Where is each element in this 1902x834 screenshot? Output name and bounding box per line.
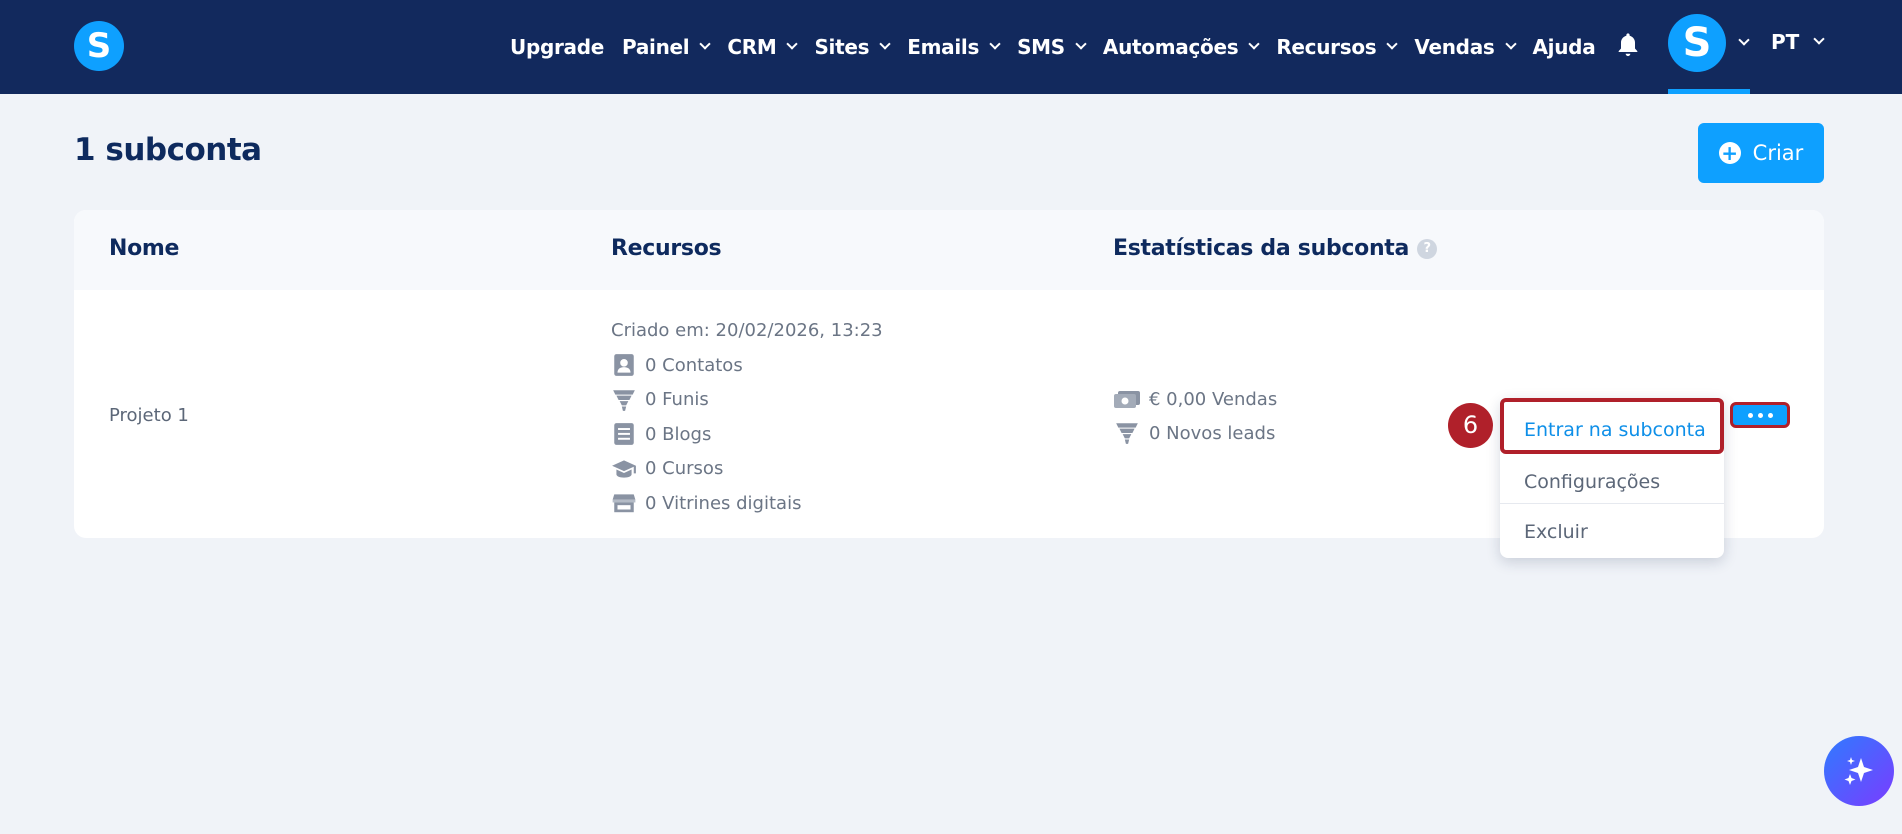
stat-sales: € 0,00 Vendas [1113,382,1277,416]
resource-label: 0 Contatos [645,354,743,376]
nav-emails[interactable]: Emails [907,35,1001,59]
create-button[interactable]: + Criar [1698,123,1824,183]
ai-assistant-button[interactable] [1824,736,1894,806]
nav-label: Automações [1102,35,1239,59]
nav-label: Upgrade [510,35,605,59]
create-label: Criar [1752,141,1804,165]
column-header-name: Nome [109,236,180,261]
nav-label: Ajuda [1532,35,1596,59]
resource-storefronts: 0 Vitrines digitais [611,486,801,521]
sparkle-icon [1844,757,1873,785]
actions-dropdown: Entrar na subconta Configurações Excluir [1500,398,1724,558]
stat-label: € 0,00 Vendas [1149,388,1278,410]
nav-label: Recursos [1276,35,1377,59]
resource-label: 0 Funis [645,389,709,411]
main-nav: Upgrade Painel CRM Sites Emails SMS Auto… [510,0,1613,94]
chevron-down-icon [989,38,1001,50]
funnel-icon [613,390,635,411]
chevron-down-icon [879,38,891,50]
resource-label: 0 Blogs [645,423,712,445]
contacts-icon [614,354,634,377]
money-icon [1114,391,1140,408]
bell-icon[interactable] [1614,30,1642,60]
resource-contacts: 0 Contatos [611,348,801,383]
resources-list: 0 Contatos 0 Funis 0 Blogs 0 Cursos 0 Vi… [611,348,801,521]
stats-header-label: Estatísticas da subconta [1113,236,1410,261]
more-options-button[interactable] [1730,402,1790,428]
resource-blogs: 0 Blogs [611,417,801,452]
table-header: Nome Recursos Estatísticas da subconta? [74,210,1824,290]
nav-ajuda[interactable]: Ajuda [1533,35,1596,59]
nav-label: Sites [814,35,870,59]
nav-sites[interactable]: Sites [814,35,891,59]
chevron-down-icon [1248,38,1260,50]
logo[interactable]: S [74,21,124,71]
subaccount-name: Projeto 1 [109,405,189,426]
stat-new-leads: 0 Novos leads [1113,416,1277,450]
plus-circle-icon: + [1718,142,1741,164]
user-menu[interactable]: S [1668,0,1750,94]
stats-list: € 0,00 Vendas 0 Novos leads [1113,382,1277,450]
nav-crm[interactable]: CRM [727,35,799,59]
top-navbar: S Upgrade Painel CRM Sites Emails SMS Au… [0,0,1902,94]
stat-label: 0 Novos leads [1149,422,1276,444]
menu-item-delete[interactable]: Excluir [1500,510,1724,554]
active-indicator [1668,89,1750,94]
nav-vendas[interactable]: Vendas [1414,35,1517,59]
language-label: PT [1771,30,1800,54]
resource-label: 0 Vitrines digitais [645,492,802,514]
chevron-down-icon [1386,38,1399,50]
ellipsis-icon [1747,412,1753,418]
help-icon[interactable]: ? [1417,239,1438,259]
graduation-cap-icon [612,460,636,478]
chevron-down-icon [1504,38,1517,50]
blog-icon [614,423,634,446]
chevron-down-icon [1075,38,1087,50]
chevron-down-icon [786,38,799,50]
menu-item-enter-subaccount[interactable]: Entrar na subconta [1500,398,1724,454]
chevron-down-icon [1813,33,1825,45]
language-selector[interactable]: PT [1771,30,1825,54]
ellipsis-icon [1767,412,1773,418]
created-date: Criado em: 20/02/2026, 13:23 [611,320,883,341]
nav-label: Emails [907,35,980,59]
column-header-stats: Estatísticas da subconta? [1113,236,1438,261]
nav-label: SMS [1017,35,1065,59]
nav-label: CRM [727,35,777,59]
step-number-badge: 6 [1448,403,1493,448]
nav-painel[interactable]: Painel [622,35,712,59]
nav-label: Painel [622,35,690,59]
nav-sms[interactable]: SMS [1017,35,1087,59]
storefront-icon [612,494,636,513]
page-title: 1 subconta [74,132,262,168]
nav-upgrade[interactable]: Upgrade [510,35,604,59]
resource-funnels: 0 Funis [611,383,801,418]
avatar[interactable]: S [1668,14,1726,72]
funnel-icon [1116,423,1138,444]
resource-label: 0 Cursos [645,458,724,480]
nav-automacoes[interactable]: Automações [1102,35,1260,59]
resource-courses: 0 Cursos [611,452,801,487]
column-header-resources: Recursos [611,236,722,261]
ellipsis-icon [1757,412,1763,418]
nav-label: Vendas [1414,35,1495,59]
menu-item-settings[interactable]: Configurações [1500,460,1724,504]
chevron-down-icon [699,38,712,50]
nav-recursos[interactable]: Recursos [1276,35,1399,59]
